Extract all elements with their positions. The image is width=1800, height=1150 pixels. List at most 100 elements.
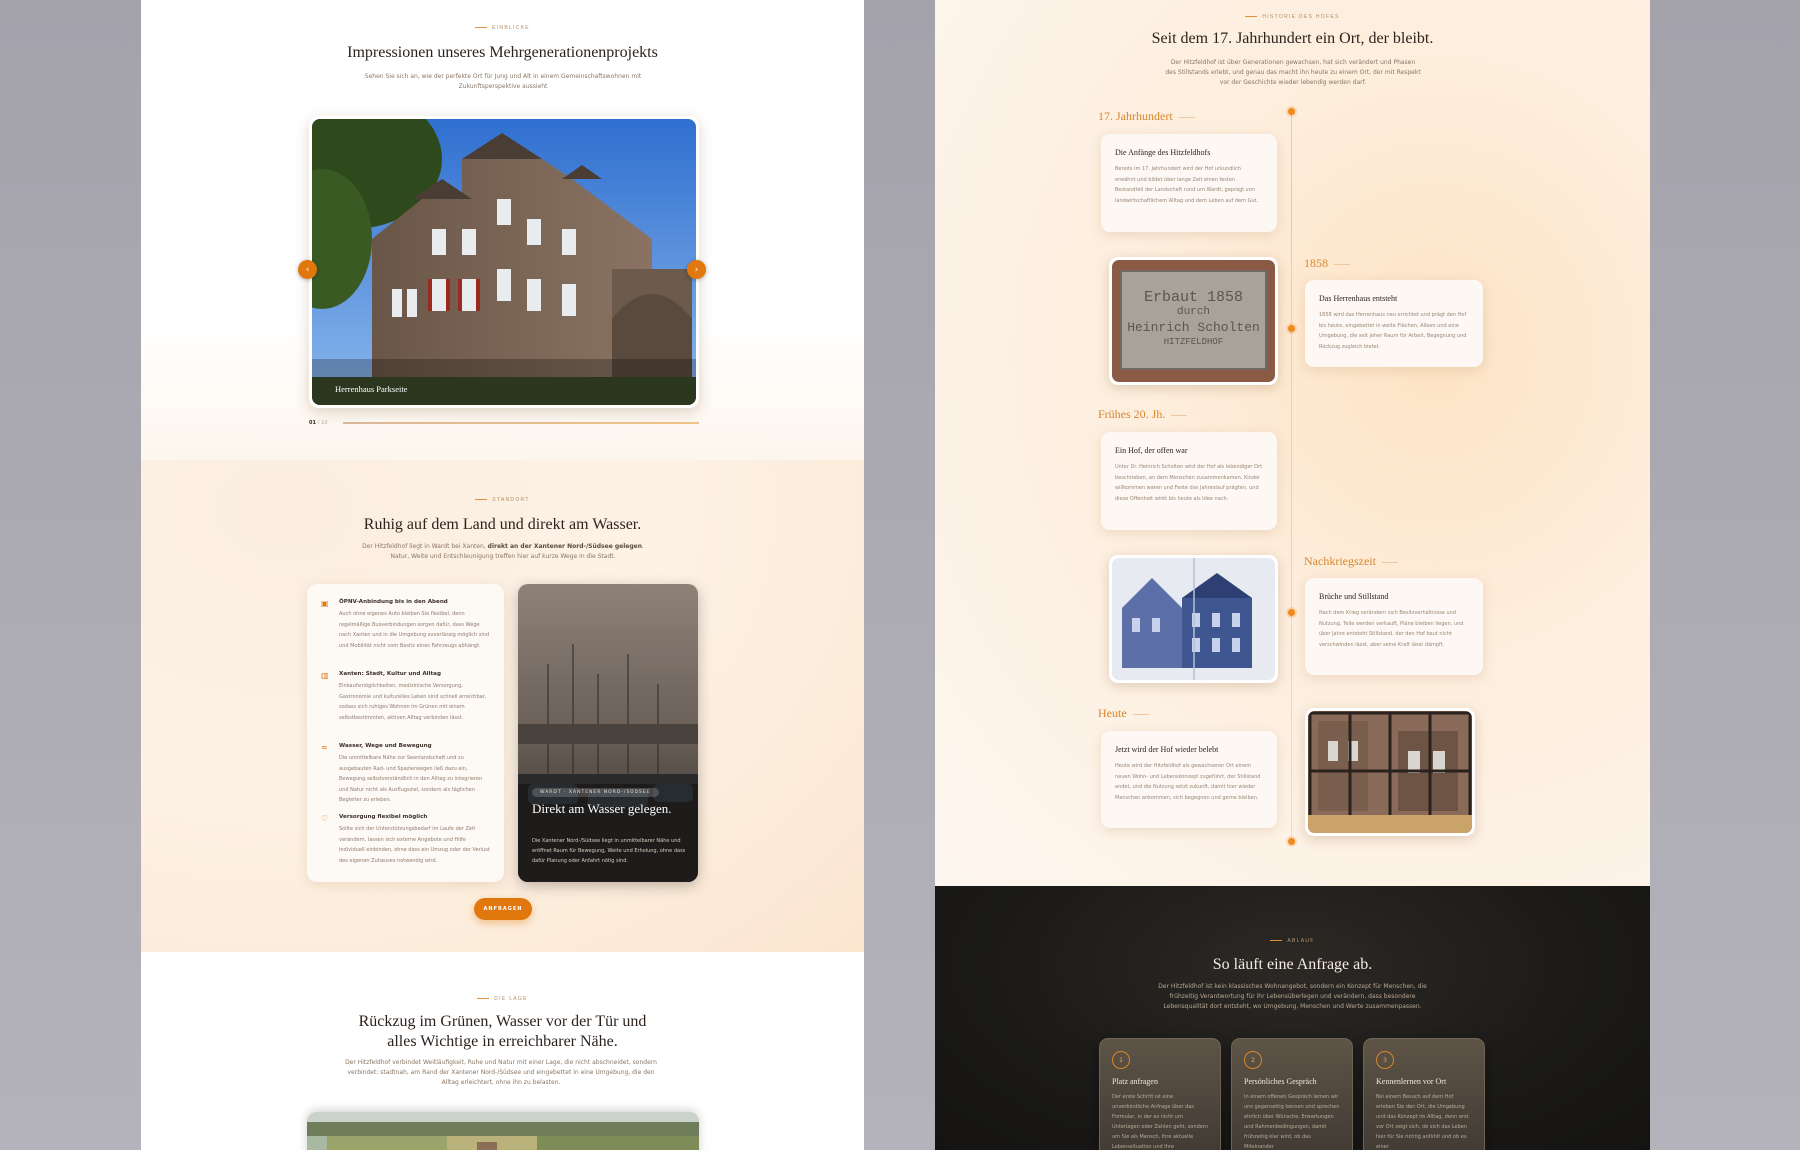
history-eyebrow: HISTORIE DES HOFES [935, 14, 1650, 20]
timeline-card-title: Die Anfänge des Hitzfeldhofs [1115, 148, 1211, 157]
era-label: Heute [1098, 706, 1149, 721]
water-card: WARDT · XANTENER NORD-/SÜDSEE Direkt am … [518, 584, 698, 882]
timeline-card: Brüche und Stillstand Nach dem Krieg ver… [1305, 578, 1483, 675]
feature-item: ▥ Xanten: Stadt, Kultur und Alltag Einka… [321, 671, 492, 737]
timeline-card-title: Ein Hof, der offen war [1115, 446, 1188, 455]
step-text: In einem offenen Gespräch lernen wir uns… [1244, 1094, 1340, 1150]
step-text: Bei einem Besuch auf dem Hof erleben Sie… [1376, 1094, 1469, 1150]
step-number: 2 [1244, 1051, 1262, 1069]
lage-section: DIE LAGE Rückzug im Grünen, Wasser vor d… [141, 952, 864, 1150]
water-tag: WARDT · XANTENER NORD-/SÜDSEE [532, 788, 659, 797]
feature-title: Versorgung flexibel möglich [339, 814, 428, 820]
feature-title: ÖPNV-Anbindung bis in den Abend [339, 599, 448, 605]
counter-separator: / [317, 420, 320, 426]
step-number: 3 [1376, 1051, 1394, 1069]
feature-text: Einkaufsmöglichkeiten, medizinische Vers… [339, 683, 487, 721]
chevron-left-icon: ‹ [305, 264, 310, 275]
stone-line: HITZFELDHOF [1163, 337, 1224, 347]
water-text: Die Xantener Nord-/Südsee liegt in unmit… [532, 838, 686, 864]
feature-text: Sollte sich der Unterstützungsbedarf im … [339, 826, 490, 864]
timeline-dot [1288, 609, 1295, 616]
feature-text: Die unmittelbare Nähe zur Seenlandschaft… [339, 755, 483, 803]
stone-line: durch [1176, 306, 1210, 318]
timeline-card: Ein Hof, der offen war Unter Dr. Heinric… [1101, 432, 1277, 530]
step-number: 1 [1112, 1051, 1130, 1069]
timeline-card-title: Jetzt wird der Hof wieder belebt [1115, 745, 1219, 754]
page-left[interactable]: EINBLICKE Impressionen unseres Mehrgener… [141, 0, 864, 1150]
timeline-axis [1291, 112, 1292, 842]
gallery-slide[interactable]: Herrenhaus Parkseite [309, 116, 699, 408]
lage-title-line2: alles Wichtige in erreichbarer Nähe. [387, 1033, 618, 1050]
era-label: Frühes 20. Jh. [1098, 407, 1187, 422]
gallery-eyebrow: EINBLICKE [141, 25, 864, 31]
process-eyebrow: ABLAUF [935, 938, 1650, 944]
step-title: Kennenlernen vor Ort [1376, 1077, 1447, 1086]
gallery-section: EINBLICKE Impressionen unseres Mehrgener… [141, 0, 864, 460]
step-title: Persönliches Gespräch [1244, 1077, 1317, 1086]
manor-sketch-image [1112, 558, 1275, 680]
location-lead: Der Hitzfeldhof liegt in Wardt bei Xante… [353, 542, 653, 562]
process-section: ABLAUF So läuft eine Anfrage ab. Der Hit… [935, 886, 1650, 1150]
location-lead-highlight: direkt an der Xantener Nord-/Südsee gele… [487, 543, 642, 550]
window-view-image [1308, 711, 1472, 833]
process-step: 3 Kennenlernen vor Ort Bei einem Besuch … [1363, 1038, 1485, 1150]
stone-line: Erbaut 1858 [1143, 289, 1244, 306]
timeline-card: Die Anfänge des Hitzfeldhofs Bereits im … [1101, 134, 1277, 232]
timeline-card-text: Bereits im 17. Jahrhundert wird der Hof … [1115, 166, 1259, 204]
gallery-lead: Sehen Sie sich an, wie der perfekte Ort … [364, 73, 642, 90]
timeline-card: Das Herrenhaus entsteht 1858 wird das He… [1305, 280, 1483, 367]
slide-progress-bar[interactable] [343, 422, 699, 424]
bus-icon: ▣ [321, 599, 329, 608]
inscription-stone: Erbaut 1858 durch Heinrich Scholten HITZ… [1120, 270, 1267, 370]
process-step: 2 Persönliches Gespräch In einem offenen… [1231, 1038, 1353, 1150]
timeline-card-text: Nach dem Krieg verändern sich Besitzverh… [1319, 610, 1464, 648]
timeline-card-text: Heute wird der Hitzfeldhof als gewachsen… [1115, 763, 1261, 801]
feature-item: ≈ Wasser, Wege und Bewegung Die unmittel… [321, 743, 492, 809]
page-right[interactable]: HISTORIE DES HOFES Seit dem 17. Jahrhund… [935, 0, 1650, 1150]
sketch-photo [1109, 555, 1278, 683]
step-title: Platz anfragen [1112, 1077, 1158, 1086]
aerial-photo [307, 1112, 699, 1150]
aerial-landscape-image [307, 1112, 699, 1150]
chevron-right-icon: › [694, 264, 699, 275]
timeline-card: Jetzt wird der Hof wieder belebt Heute w… [1101, 731, 1277, 828]
water-title: Direkt am Wasser gelegen. [532, 801, 672, 816]
location-lead-text: Der Hitzfeldhof liegt in Wardt bei Xante… [362, 543, 488, 550]
brick-wall-image: Erbaut 1858 durch Heinrich Scholten HITZ… [1112, 260, 1275, 382]
process-step: 1 Platz anfragen Der erste Schritt ist e… [1099, 1038, 1221, 1150]
gallery-prev-button[interactable]: ‹ [298, 260, 317, 279]
feature-title: Xanten: Stadt, Kultur und Alltag [339, 671, 441, 677]
location-section: STANDORT Ruhig auf dem Land und direkt a… [141, 460, 864, 952]
step-text: Der erste Schritt ist eine unverbindlich… [1112, 1094, 1208, 1150]
lage-title-line1: Rückzug im Grünen, Wasser vor der Tür un… [358, 1013, 647, 1030]
window-photo [1305, 708, 1475, 836]
request-button[interactable]: ANFRAGEN [474, 898, 532, 920]
counter-current: 01 [309, 420, 316, 426]
feature-item: ♡ Versorgung flexibel möglich Sollte sic… [321, 814, 492, 874]
city-icon: ▥ [321, 671, 329, 680]
timeline-dot [1288, 325, 1295, 332]
process-lead: Der Hitzfeldhof ist kein klassisches Woh… [1158, 983, 1427, 1010]
timeline-card-title: Brüche und Stillstand [1319, 592, 1389, 601]
manor-house-photo [312, 119, 696, 405]
counter-total: 10 [321, 420, 328, 426]
feature-text: Auch ohne eigenes Auto bleiben Sie flexi… [339, 611, 490, 649]
era-label: 17. Jahrhundert [1098, 109, 1195, 124]
slide-caption: Herrenhaus Parkseite [335, 384, 408, 394]
feature-title: Wasser, Wege und Bewegung [339, 743, 432, 749]
timeline-card-title: Das Herrenhaus entsteht [1319, 294, 1398, 303]
timeline-card-text: 1858 wird das Herrenhaus neu errichtet u… [1319, 312, 1467, 350]
history-section: HISTORIE DES HOFES Seit dem 17. Jahrhund… [935, 0, 1650, 886]
lage-eyebrow: DIE LAGE [141, 996, 864, 1002]
history-lead: Der Hitzfeldhof ist über Generationen ge… [1165, 59, 1421, 86]
timeline-card-text: Unter Dr. Heinrich Scholten wird der Hof… [1115, 464, 1263, 502]
slide-counter: 01 / 10 [309, 420, 328, 426]
timeline-dot [1288, 838, 1295, 845]
gallery-title: Impressionen unseres Mehrgenerationenpro… [347, 44, 658, 61]
feature-item: ▣ ÖPNV-Anbindung bis in den Abend Auch o… [321, 599, 492, 665]
inscription-stone-photo: Erbaut 1858 durch Heinrich Scholten HITZ… [1109, 257, 1278, 385]
heart-icon: ♡ [321, 814, 329, 823]
gallery-next-button[interactable]: › [687, 260, 706, 279]
wave-icon: ≈ [321, 743, 328, 752]
process-title: So läuft eine Anfrage ab. [1212, 956, 1373, 973]
